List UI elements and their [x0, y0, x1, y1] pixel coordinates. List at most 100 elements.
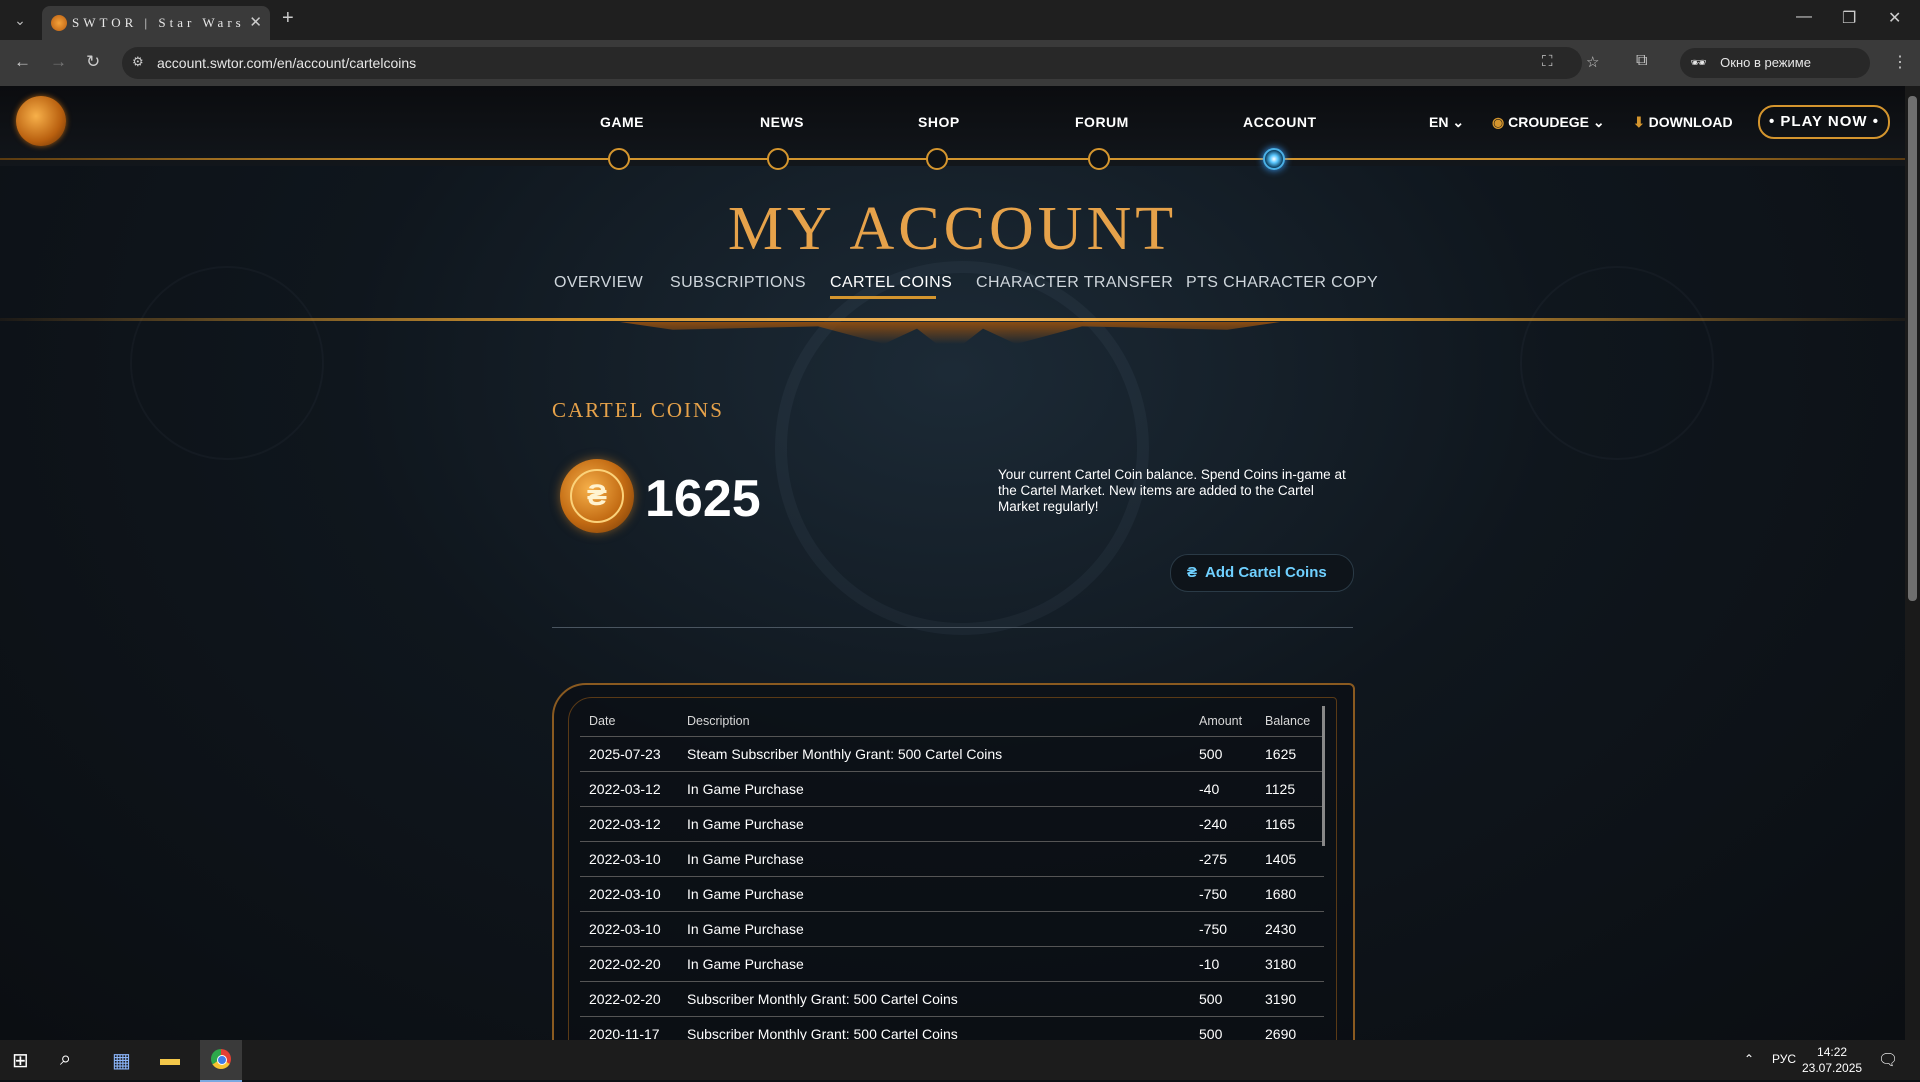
table-row: 2022-02-20 In Game Purchase -10 3180 [580, 946, 1324, 982]
bookmark-star-icon[interactable]: ☆ [1586, 53, 1599, 71]
play-now-button[interactable]: • PLAY NOW • [1758, 105, 1890, 139]
cell-amount: -750 [1190, 911, 1256, 947]
cell-amount: -275 [1190, 841, 1256, 877]
nav-game[interactable]: GAME [600, 114, 644, 130]
section-divider [552, 627, 1353, 628]
cell-amount: -40 [1190, 771, 1256, 807]
cell-description: In Game Purchase [678, 841, 1190, 877]
clock-date: 23.07.2025 [1802, 1061, 1863, 1075]
cell-date: 2022-03-12 [580, 771, 678, 807]
browser-tab[interactable]: SWTOR | Star Wars: The Old Re ✕ [42, 6, 270, 40]
swtor-favicon-icon [51, 15, 67, 31]
nav-dot-account[interactable] [1263, 148, 1285, 170]
nav-dot-forum[interactable] [1088, 148, 1110, 170]
page-scrollbar[interactable] [1905, 86, 1920, 1040]
subnav-subscriptions[interactable]: SUBSCRIPTIONS [670, 274, 806, 292]
tab-close-icon[interactable]: ✕ [249, 13, 262, 31]
cell-balance: 3180 [1256, 946, 1324, 982]
subnav-overview[interactable]: OVERVIEW [554, 274, 643, 292]
browser-tab-bar: ⌄ SWTOR | Star Wars: The Old Re ✕ + — ❐ … [0, 0, 1920, 40]
url-text[interactable]: account.swtor.com/en/account/cartelcoins [157, 55, 416, 71]
coin-balance: 1625 [645, 470, 761, 528]
input-language[interactable]: РУС [1772, 1052, 1796, 1066]
clock-time: 14:22 [1817, 1045, 1848, 1059]
cell-date: 2025-07-23 [580, 736, 678, 772]
chevron-down-icon: ⌄ [1452, 114, 1465, 130]
download-label: DOWNLOAD [1648, 114, 1733, 130]
cell-balance: 1405 [1256, 841, 1324, 877]
search-icon[interactable]: ⌕ [60, 1048, 71, 1071]
nav-shop[interactable]: SHOP [918, 114, 960, 130]
header-balance: Balance [1256, 706, 1324, 737]
nav-forum[interactable]: FORUM [1075, 114, 1129, 130]
balance-description: Your current Cartel Coin balance. Spend … [998, 467, 1346, 514]
nav-dot-shop[interactable] [926, 148, 948, 170]
calculator-icon[interactable]: ▦ [112, 1048, 131, 1073]
cell-date: 2022-02-20 [580, 981, 678, 1017]
swtor-page: GAME NEWS SHOP FORUM ACCOUNT EN ⌄ ◉ CROU… [0, 86, 1905, 1040]
new-tab-icon[interactable]: + [282, 7, 294, 30]
username: CROUDEGE [1508, 114, 1590, 130]
cell-balance: 2430 [1256, 911, 1324, 947]
transactions-table: Date Description Amount Balance 2025-07-… [580, 706, 1324, 1040]
reload-icon[interactable]: ↻ [86, 52, 100, 72]
clock[interactable]: 14:22 23.07.2025 [1802, 1044, 1862, 1076]
nav-account[interactable]: ACCOUNT [1243, 114, 1317, 130]
back-icon[interactable]: ← [14, 52, 31, 72]
gold-divider [0, 318, 1905, 321]
cell-amount: 500 [1190, 981, 1256, 1017]
cell-description: Steam Subscriber Monthly Grant: 500 Cart… [678, 736, 1190, 772]
background-ring [1520, 266, 1714, 460]
translate-icon[interactable]: ⛶ [1542, 53, 1553, 70]
cell-description: In Game Purchase [678, 911, 1190, 947]
chevron-down-icon: ⌄ [1592, 114, 1605, 130]
swtor-logo-icon[interactable] [16, 96, 66, 146]
cell-balance: 1680 [1256, 876, 1324, 912]
add-cartel-coins-button[interactable]: ₴ Add Cartel Coins [1170, 554, 1354, 592]
cell-description: In Game Purchase [678, 946, 1190, 982]
cell-balance: 1165 [1256, 806, 1324, 842]
cell-amount: -10 [1190, 946, 1256, 982]
cell-amount: 500 [1190, 736, 1256, 772]
windows-start-icon[interactable]: ⊞ [12, 1048, 29, 1073]
file-explorer-icon[interactable]: ▬ [160, 1048, 180, 1071]
gold-ornament [620, 322, 1280, 344]
cell-amount: -240 [1190, 806, 1256, 842]
site-info-icon[interactable]: ⚙ [132, 54, 144, 70]
download-icon: ⬇ [1633, 114, 1645, 130]
nav-dot-news[interactable] [767, 148, 789, 170]
extensions-icon[interactable]: ⧉ [1636, 52, 1647, 70]
table-row: 2022-03-12 In Game Purchase -240 1165 [580, 806, 1324, 842]
notifications-icon[interactable]: 🗨 [1878, 1050, 1898, 1070]
language-selector[interactable]: EN ⌄ [1429, 114, 1464, 131]
windows-taskbar: ⊞ ⌕ ▦ ▬ ⌃ РУС 14:22 23.07.2025 🗨 [0, 1040, 1920, 1082]
restore-icon[interactable]: ❐ [1842, 8, 1856, 28]
nav-news[interactable]: NEWS [760, 114, 804, 130]
forward-icon[interactable]: → [50, 52, 67, 72]
close-window-icon[interactable]: ✕ [1888, 8, 1901, 28]
table-row: 2022-03-10 In Game Purchase -275 1405 [580, 841, 1324, 877]
browser-menu-icon[interactable]: ⋮ [1892, 52, 1908, 72]
minimize-icon[interactable]: — [1796, 8, 1812, 26]
cell-date: 2022-03-10 [580, 876, 678, 912]
table-row: 2022-03-10 In Game Purchase -750 2430 [580, 911, 1324, 947]
tab-search-dropdown-icon[interactable]: ⌄ [6, 8, 34, 32]
page-scrollbar-thumb[interactable] [1908, 96, 1917, 601]
cartel-coin-icon: ₴ [560, 459, 634, 533]
cell-date: 2022-03-12 [580, 806, 678, 842]
subnav-character-transfer[interactable]: CHARACTER TRANSFER [976, 274, 1173, 292]
subnav-cartel-coins[interactable]: CARTEL COINS [830, 274, 952, 292]
download-link[interactable]: ⬇ DOWNLOAD [1633, 114, 1733, 131]
cell-balance: 1125 [1256, 771, 1324, 807]
cell-description: In Game Purchase [678, 771, 1190, 807]
incognito-badge[interactable]: 🕶 Окно в режиме инкогнито [1680, 48, 1870, 100]
address-bar[interactable]: ⚙ account.swtor.com/en/account/cartelcoi… [122, 47, 1599, 79]
subnav-pts-character-copy[interactable]: PTS CHARACTER COPY [1186, 274, 1378, 292]
cell-amount: -750 [1190, 876, 1256, 912]
tray-chevron-up-icon[interactable]: ⌃ [1744, 1052, 1754, 1066]
nav-dot-game[interactable] [608, 148, 630, 170]
incognito-icon: 🕶 [1690, 55, 1707, 70]
user-menu[interactable]: ◉ CROUDEGE ⌄ [1492, 114, 1605, 131]
table-scrollbar[interactable] [1322, 706, 1325, 846]
background-ring [130, 266, 324, 460]
